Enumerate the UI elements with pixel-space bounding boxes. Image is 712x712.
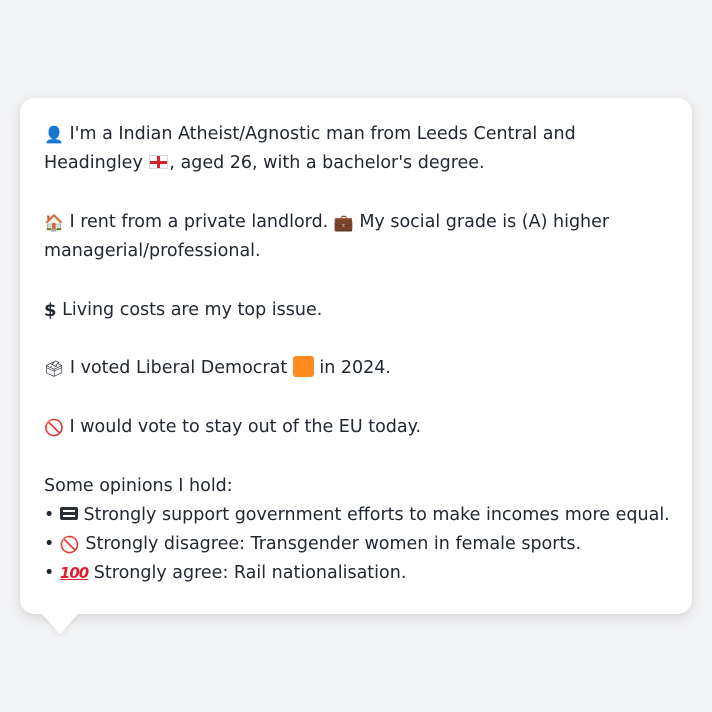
bullet: • (44, 563, 55, 584)
eu-text: I would vote to stay out of the EU today… (69, 416, 422, 437)
eu-paragraph: 🚫 I would vote to stay out of the EU tod… (44, 413, 672, 442)
opinion-text: Strongly support government efforts to m… (83, 504, 670, 525)
top-issue-paragraph: $ Living costs are my top issue. (44, 296, 672, 325)
persona-message-bubble: 👤 I'm a Indian Atheist/Agnostic man from… (20, 98, 692, 614)
dollar-sign-icon: $ (44, 299, 57, 321)
house-icon: 🏠 (44, 212, 64, 232)
ballot-box-icon: 🗳 (44, 359, 65, 379)
hundred-points-icon: 100 (59, 564, 89, 583)
briefcase-icon: 💼 (333, 212, 354, 232)
opinion-text: Strongly disagree: Transgender women in … (85, 534, 582, 555)
vote-paragraph: 🗳 I voted Liberal Democrat in 2024. (44, 354, 672, 383)
top-issue-text: Living costs are my top issue. (62, 299, 323, 320)
opinions-header: Some opinions I hold: (44, 475, 233, 496)
bubble-tail (40, 612, 80, 634)
equals-icon (59, 506, 78, 520)
party-color-square-icon (292, 356, 314, 378)
opinion-text: Strongly agree: Rail nationalisation. (93, 563, 407, 584)
list-item: • 🚫 Strongly disagree: Transgender women… (44, 530, 672, 559)
prohibited-icon: 🚫 (44, 417, 64, 437)
opinions-section: Some opinions I hold: • Strongly support… (44, 472, 672, 589)
list-item: • 100 Strongly agree: Rail nationalisati… (44, 559, 672, 588)
intro-paragraph: 👤 I'm a Indian Atheist/Agnostic man from… (44, 120, 672, 179)
housing-paragraph: 🏠 I rent from a private landlord. 💼 My s… (44, 208, 672, 267)
vote-prefix-text: I voted Liberal Democrat (69, 358, 288, 379)
bullet: • (44, 504, 55, 525)
intro-tail-text: , aged 26, with a bachelor's degree. (169, 153, 485, 174)
vote-suffix-text: in 2024. (319, 358, 391, 379)
bullet: • (44, 534, 55, 555)
england-flag-icon (149, 155, 169, 170)
list-item: • Strongly support government efforts to… (44, 501, 672, 530)
person-silhouette-icon: 👤 (44, 125, 64, 144)
prohibited-icon: 🚫 (59, 535, 80, 555)
housing-text: I rent from a private landlord. (69, 211, 329, 232)
